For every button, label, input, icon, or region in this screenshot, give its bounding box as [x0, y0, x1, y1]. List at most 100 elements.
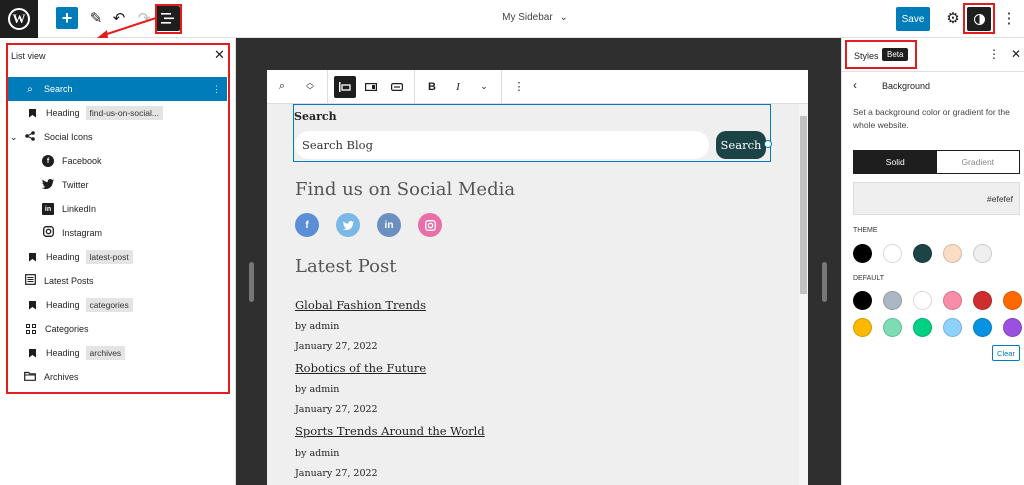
close-icon[interactable]: ✕ — [214, 47, 225, 63]
post-title-link[interactable]: Robotics of the Future — [295, 361, 426, 375]
chevron-down-icon[interactable]: ⌄ — [10, 132, 20, 143]
list-item-heading[interactable]: Heading latest-post — [8, 245, 227, 269]
color-swatch[interactable] — [913, 244, 932, 263]
list-item-linkedin[interactable]: in LinkedIn — [8, 197, 227, 221]
list-item-label: Social Icons — [44, 132, 93, 142]
more-options-icon[interactable]: ⋮ — [212, 84, 221, 95]
more-options-icon[interactable]: ⋮ — [988, 47, 1000, 61]
color-swatch[interactable] — [883, 244, 902, 263]
italic-button[interactable]: I — [445, 70, 471, 104]
twitter-icon — [42, 178, 54, 192]
search-icon: ⌕ — [27, 83, 33, 95]
list-item-label: Archives — [44, 372, 79, 382]
instagram-icon[interactable] — [418, 213, 442, 237]
list-item-label: Instagram — [62, 228, 103, 238]
color-swatch[interactable] — [913, 318, 932, 337]
list-item-instagram[interactable]: Instagram — [8, 221, 227, 245]
latest-post-heading[interactable]: Latest Post — [295, 256, 396, 277]
color-swatch[interactable] — [853, 291, 872, 310]
share-icon — [24, 130, 36, 144]
color-swatch[interactable] — [853, 244, 872, 263]
color-swatch[interactable] — [943, 318, 962, 337]
list-item-label: LinkedIn — [62, 204, 97, 214]
search-block[interactable]: Search Search Blog Search — [293, 104, 772, 162]
color-swatch[interactable] — [973, 318, 992, 337]
anchor-tag: latest-post — [85, 250, 133, 264]
block-toolbar: ⌕ ︿ ﹀ B I ⌄ ⋮ — [267, 70, 808, 104]
post-author: by admin — [295, 448, 340, 459]
color-value-display[interactable]: #efefef — [853, 182, 1020, 215]
chevron-down-icon[interactable]: ⌄ — [471, 70, 497, 104]
tab-solid[interactable]: Solid — [854, 151, 937, 173]
list-item-social-icons[interactable]: ⌄ Social Icons — [8, 125, 227, 149]
color-swatch[interactable] — [1003, 318, 1022, 337]
list-item-twitter[interactable]: Twitter — [8, 173, 227, 197]
list-item-latest-posts[interactable]: Latest Posts — [8, 269, 227, 293]
search-icon[interactable]: ⌕ — [267, 70, 297, 104]
styles-panel: Styles Beta ⋮ ✕ ‹ Background Set a backg… — [841, 38, 1024, 485]
color-swatch[interactable] — [913, 291, 932, 310]
linkedin-icon[interactable]: in — [377, 213, 401, 237]
tab-gradient[interactable]: Gradient — [937, 151, 1020, 173]
anchor-tag: find-us-on-social... — [85, 106, 163, 120]
more-options-icon[interactable]: ⋮ — [506, 70, 532, 104]
post-date: January 27, 2022 — [295, 341, 378, 352]
folder-icon — [24, 371, 36, 384]
facebook-icon[interactable]: f — [295, 213, 319, 237]
resize-handle[interactable] — [764, 140, 772, 148]
list-item-categories[interactable]: Categories — [8, 317, 227, 341]
color-swatch[interactable] — [1003, 291, 1022, 310]
default-palette-label: DEFAULT — [853, 275, 884, 282]
color-swatch[interactable] — [973, 291, 992, 310]
resize-handle-left[interactable] — [249, 262, 254, 302]
color-swatch[interactable] — [943, 291, 962, 310]
post-title-link[interactable]: Global Fashion Trends — [295, 298, 426, 312]
anchor-tag: archives — [85, 346, 126, 360]
chevron-left-icon[interactable]: ‹ — [853, 78, 857, 92]
list-item-label: Twitter — [62, 180, 89, 190]
search-button[interactable]: Search — [716, 131, 766, 159]
bold-button[interactable]: B — [419, 70, 445, 104]
button-position-icon[interactable] — [358, 70, 384, 104]
list-item-label: Search — [44, 84, 73, 94]
list-item-search[interactable]: ⌕ Search ⋮ — [8, 77, 227, 101]
list-item-heading[interactable]: Heading categories — [8, 293, 227, 317]
list-item-archives[interactable]: Archives — [8, 365, 227, 389]
post-title-link[interactable]: Sports Trends Around the World — [295, 424, 485, 438]
bookmark-icon — [29, 300, 36, 310]
instagram-icon — [42, 226, 54, 240]
list-item-facebook[interactable]: f Facebook — [8, 149, 227, 173]
anchor-tag: categories — [85, 298, 133, 312]
list-item-label: Heading — [46, 348, 80, 358]
social-heading[interactable]: Find us on Social Media — [295, 179, 515, 200]
list-view-panel: List view ✕ ⌕ Search ⋮ Heading find-us-o… — [0, 38, 236, 485]
scrollbar-thumb[interactable] — [800, 116, 807, 294]
color-swatch[interactable] — [883, 318, 902, 337]
list-item-label: Facebook — [62, 156, 102, 166]
list-view-title: List view — [11, 51, 46, 61]
color-swatch[interactable] — [973, 244, 992, 263]
list-item-heading[interactable]: Heading archives — [8, 341, 227, 365]
button-inside-icon[interactable] — [384, 70, 410, 104]
resize-handle-right[interactable] — [822, 262, 827, 302]
list-item-heading[interactable]: Heading find-us-on-social... — [8, 101, 227, 125]
move-up-down-icon[interactable]: ︿ ﹀ — [297, 70, 323, 104]
scrollbar[interactable] — [799, 104, 808, 485]
clear-button[interactable]: Clear — [992, 345, 1020, 361]
search-input[interactable]: Search Blog — [295, 131, 709, 159]
editor-frame: ⌕ ︿ ﹀ B I ⌄ ⋮ Search Search Blog Search F… — [267, 70, 808, 485]
theme-swatches — [853, 244, 992, 263]
close-icon[interactable]: ✕ — [1011, 47, 1021, 61]
list-item-label: Latest Posts — [44, 276, 94, 286]
list-icon — [24, 274, 36, 288]
color-swatch[interactable] — [853, 318, 872, 337]
list-item-label: Heading — [46, 108, 80, 118]
twitter-icon[interactable] — [336, 213, 360, 237]
color-swatch[interactable] — [883, 291, 902, 310]
bookmark-icon — [29, 108, 36, 118]
beta-badge: Beta — [882, 48, 909, 61]
list-item-label: Heading — [46, 252, 80, 262]
background-section-title: Background — [882, 81, 931, 91]
align-left-icon[interactable] — [334, 75, 356, 98]
color-swatch[interactable] — [943, 244, 962, 263]
